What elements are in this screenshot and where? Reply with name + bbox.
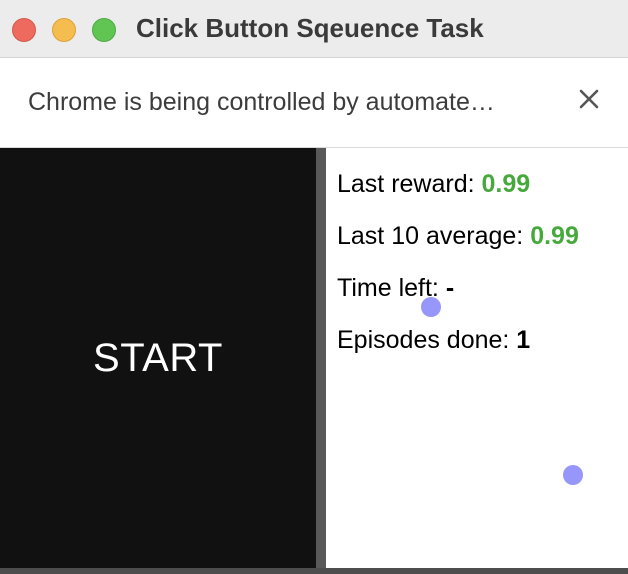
episodes-done-stat: Episodes done: 1	[337, 326, 530, 355]
last-10-average-label: Last 10 average:	[337, 222, 531, 250]
maximize-window-button[interactable]	[92, 18, 116, 42]
episodes-done-label: Episodes done:	[337, 326, 517, 354]
window-title: Click Button Sqeuence Task	[136, 13, 484, 43]
minimize-window-button[interactable]	[52, 18, 76, 42]
last-reward-value: 0.99	[481, 170, 531, 198]
task-area[interactable]: START	[0, 148, 316, 568]
time-left-value: -	[445, 274, 455, 302]
last-reward-label: Last reward:	[337, 170, 482, 198]
cursor-marker	[563, 465, 583, 485]
cursor-marker	[421, 297, 441, 317]
title-bar: Click Button Sqeuence Task	[0, 0, 628, 58]
last-reward-stat: Last reward: 0.99	[337, 170, 530, 199]
close-window-button[interactable]	[12, 18, 36, 42]
bottom-border	[0, 568, 628, 574]
last-10-average-stat: Last 10 average: 0.99	[337, 222, 579, 251]
automation-infobar: Chrome is being controlled by automate…	[0, 58, 628, 148]
episodes-done-value: 1	[516, 326, 531, 354]
start-button[interactable]: START	[0, 336, 316, 381]
panel-divider	[316, 148, 326, 568]
close-icon[interactable]	[574, 84, 604, 114]
stats-panel: Last reward: 0.99 Last 10 average: 0.99 …	[337, 148, 627, 568]
page-content: START Last reward: 0.99 Last 10 average:…	[0, 148, 628, 574]
last-10-average-value: 0.99	[530, 222, 579, 250]
browser-window: Click Button Sqeuence Task Chrome is bei…	[0, 0, 628, 574]
infobar-message: Chrome is being controlled by automate…	[28, 88, 495, 116]
